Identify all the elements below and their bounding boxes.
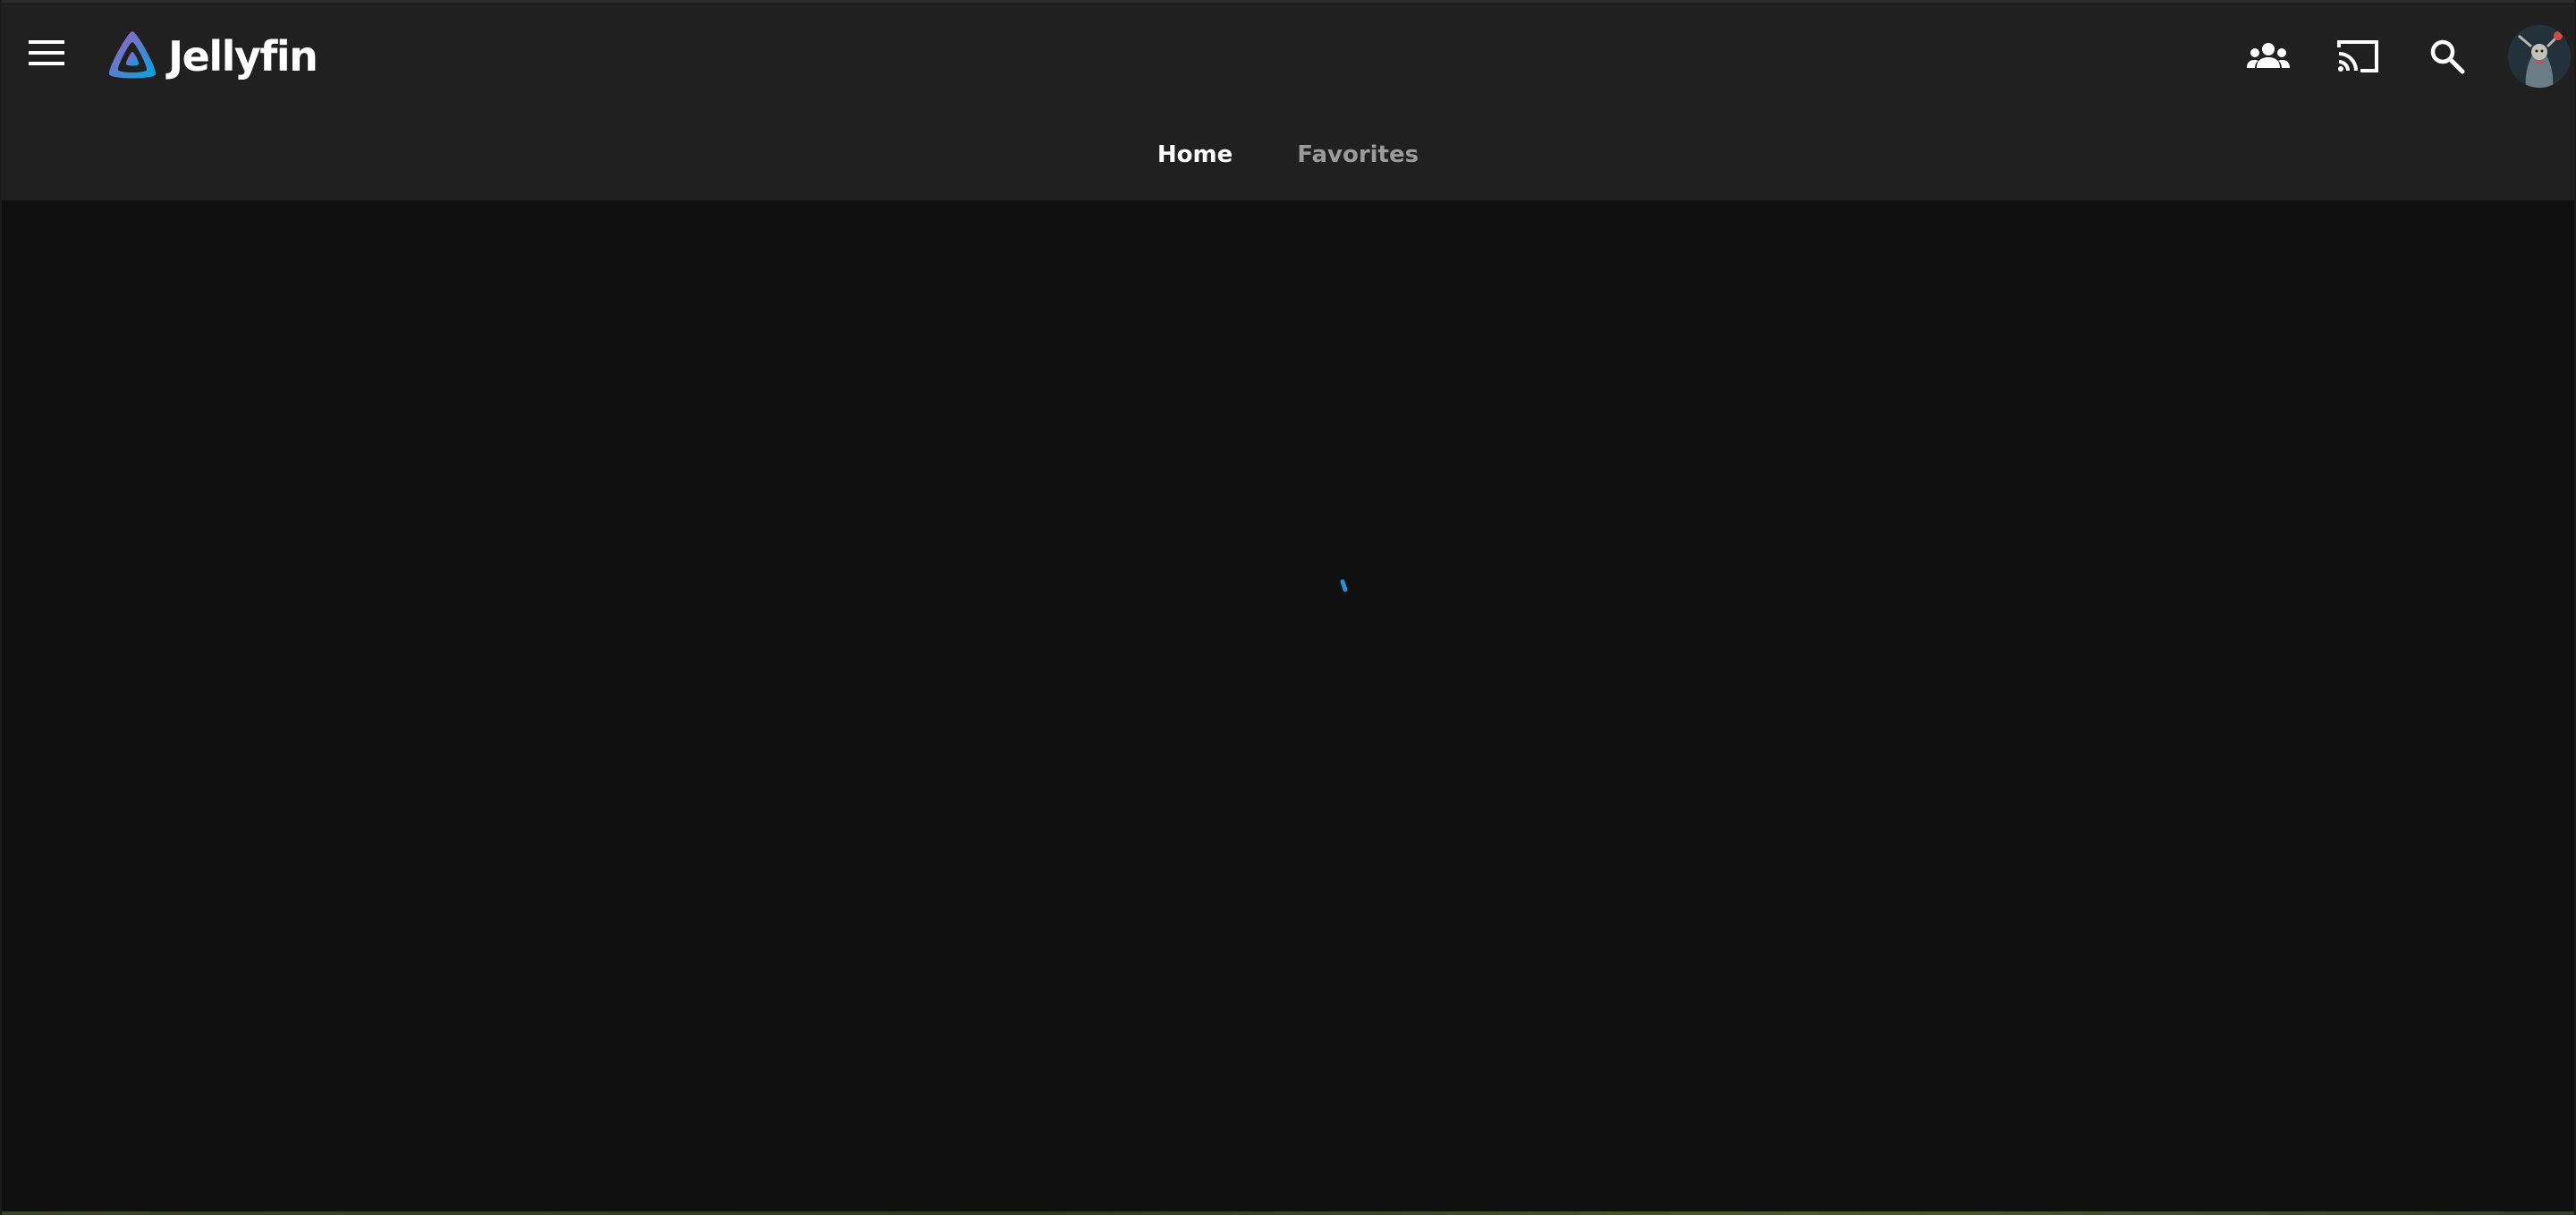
tab-favorites[interactable]: Favorites <box>1279 134 1436 175</box>
user-avatar-icon <box>2508 25 2571 88</box>
header-actions <box>2240 21 2574 92</box>
group-people-icon <box>2247 43 2290 68</box>
loading-spinner-icon <box>1340 579 1348 592</box>
header-tabs: Home Favorites <box>2 130 2574 180</box>
search-button[interactable] <box>2419 28 2476 85</box>
header-top-row: Jellyfin <box>2 3 2574 108</box>
cast-icon <box>2337 40 2378 72</box>
syncplay-button[interactable] <box>2240 28 2297 85</box>
menu-button[interactable] <box>20 26 73 80</box>
tab-home[interactable]: Home <box>1140 134 1250 175</box>
hamburger-menu-icon <box>29 40 64 65</box>
app-name: Jellyfin <box>168 32 318 81</box>
search-icon <box>2430 39 2465 74</box>
jellyfin-logo-icon <box>108 31 157 79</box>
main-content <box>2 200 2574 1215</box>
app-header: Jellyfin Home Favorites <box>2 0 2574 200</box>
app-logo[interactable]: Jellyfin <box>104 28 318 85</box>
cast-button[interactable] <box>2329 28 2386 85</box>
bottom-edge <box>2 1211 2574 1215</box>
user-avatar-button[interactable] <box>2508 25 2571 88</box>
app-window: Jellyfin Home Favorites <box>0 0 2576 1215</box>
